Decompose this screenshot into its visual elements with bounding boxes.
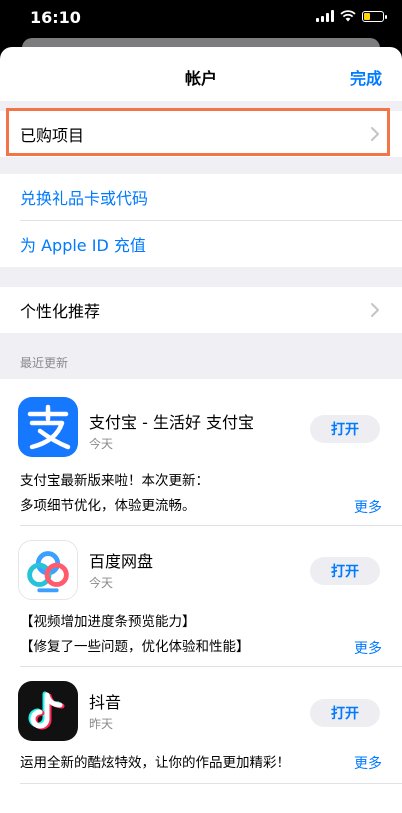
page-title: 帐户 — [184, 69, 217, 88]
app-name: 支付宝 - 生活好 支付宝 — [89, 413, 255, 432]
purchased-row[interactable]: 已购项目 — [0, 111, 402, 157]
status-time: 16:10 — [30, 8, 81, 27]
divider — [20, 783, 402, 784]
add-funds-label: 为 Apple ID 充值 — [20, 236, 146, 255]
more-link[interactable]: 更多 — [354, 496, 382, 521]
personalized-recommendations-row[interactable]: 个性化推荐 — [0, 287, 402, 333]
nav-bar: 帐户 完成 — [0, 47, 402, 101]
add-funds-link[interactable]: 为 Apple ID 充值 — [0, 221, 402, 267]
personalized-label: 个性化推荐 — [20, 302, 101, 321]
release-notes-line: 运用全新的酷炫特效，让你的作品更加精彩！ — [20, 755, 290, 771]
app-row[interactable]: 百度网盘 今天 打开 — [0, 526, 402, 608]
status-bar: 16:10 — [0, 0, 402, 36]
done-button[interactable]: 完成 — [350, 65, 382, 89]
app-date: 昨天 — [89, 717, 114, 731]
app-row[interactable]: 抖音 昨天 打开 — [0, 667, 402, 751]
alipay-icon — [18, 397, 78, 457]
app-date: 今天 — [89, 576, 114, 590]
update-item: 抖音 昨天 打开 运用全新的酷炫特效，让你的作品更加精彩！ 更多 — [0, 667, 402, 784]
section-gap — [0, 267, 402, 287]
release-notes-line: 【修复了一些问题，优化体验和性能】 — [20, 639, 250, 655]
wifi-icon — [340, 10, 356, 22]
chevron-right-icon — [371, 127, 379, 141]
release-notes: 运用全新的酷炫特效，让你的作品更加精彩！ 更多 — [0, 751, 402, 783]
chevron-right-icon — [371, 303, 379, 317]
battery-icon — [362, 10, 387, 22]
recent-updates-header: 最近更新 — [0, 333, 402, 379]
open-button[interactable]: 打开 — [310, 699, 380, 727]
release-notes-line: 支付宝最新版来啦！本次更新： — [20, 473, 209, 489]
release-notes: 【视频增加进度条预览能力】 【修复了一些问题，优化体验和性能】 更多 — [0, 608, 402, 666]
release-notes-line: 【视频增加进度条预览能力】 — [20, 614, 196, 630]
cellular-signal-icon — [316, 10, 334, 22]
redeem-label: 兑换礼品卡或代码 — [20, 189, 149, 208]
update-item: 支付宝 - 生活好 支付宝 今天 打开 支付宝最新版来啦！本次更新： 多项细节优… — [0, 379, 402, 526]
release-notes: 支付宝最新版来啦！本次更新： 多项细节优化，体验更流畅。 更多 — [0, 467, 402, 525]
update-item: 百度网盘 今天 打开 【视频增加进度条预览能力】 【修复了一些问题，优化体验和性… — [0, 526, 402, 667]
section-gap — [0, 101, 402, 111]
section-gap — [0, 157, 402, 174]
open-button[interactable]: 打开 — [310, 557, 380, 585]
section-header-label: 最近更新 — [20, 356, 69, 370]
status-icons — [316, 10, 387, 22]
baidu-netdisk-icon — [18, 540, 78, 600]
account-sheet: 帐户 完成 已购项目 兑换礼品卡或代码 为 Apple ID 充值 个性化推荐 … — [0, 47, 402, 813]
app-date: 今天 — [89, 437, 114, 451]
douyin-icon — [18, 681, 78, 741]
redeem-gift-card-link[interactable]: 兑换礼品卡或代码 — [0, 174, 402, 220]
open-button[interactable]: 打开 — [310, 415, 380, 443]
app-name: 百度网盘 — [89, 552, 154, 571]
app-row[interactable]: 支付宝 - 生活好 支付宝 今天 打开 — [0, 379, 402, 467]
more-link[interactable]: 更多 — [354, 637, 382, 662]
purchased-label: 已购项目 — [20, 126, 85, 145]
release-notes-line: 多项细节优化，体验更流畅。 — [20, 498, 196, 514]
app-name: 抖音 — [89, 693, 122, 712]
more-link[interactable]: 更多 — [354, 752, 382, 777]
